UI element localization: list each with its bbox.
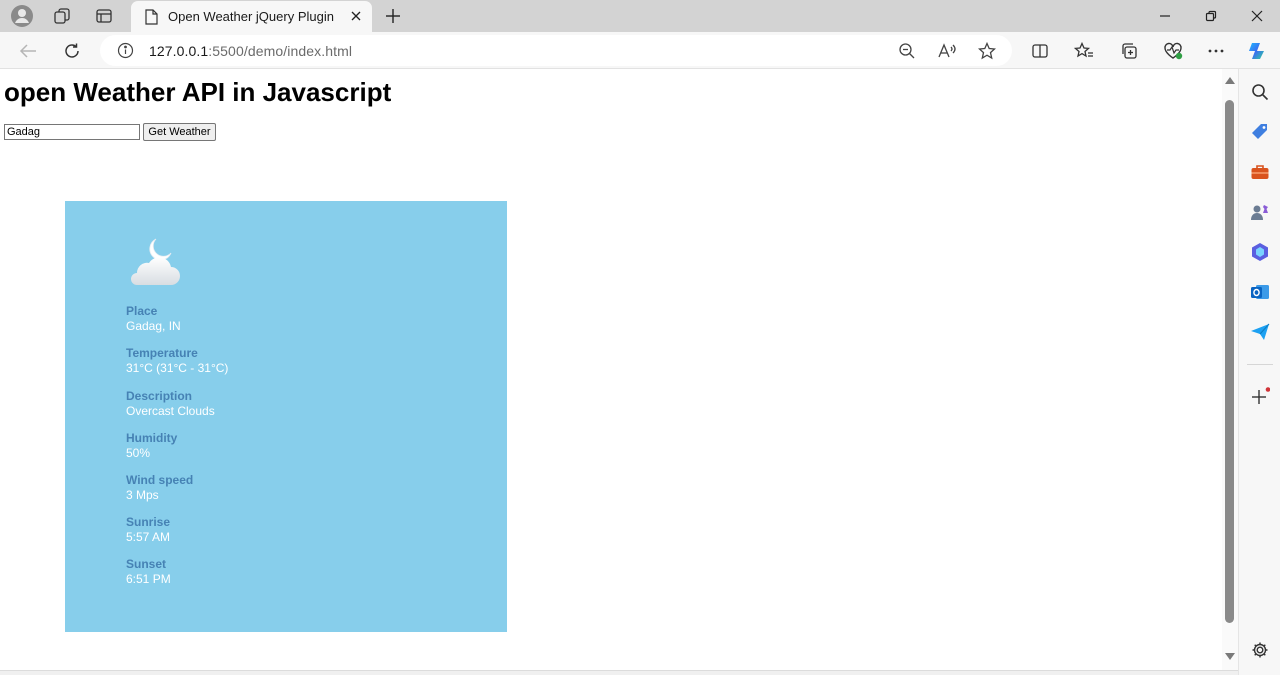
tab-title: Open Weather jQuery Plugin (168, 9, 334, 24)
settings-gear-icon[interactable] (1248, 638, 1272, 662)
field-value: 31°C (31°C - 31°C) (126, 361, 229, 375)
close-window-icon[interactable] (1234, 2, 1280, 30)
tools-briefcase-icon[interactable] (1248, 160, 1272, 184)
weather-card: Place Gadag, IN Temperature 31°C (31°C -… (65, 201, 507, 632)
page-scrollbar[interactable] (1222, 69, 1238, 670)
minimize-icon[interactable] (1142, 2, 1188, 30)
page-favicon-icon (144, 9, 158, 30)
read-aloud-icon[interactable] (936, 40, 958, 62)
field-value: 6:51 PM (126, 572, 171, 586)
close-tab-icon[interactable] (346, 6, 366, 26)
window-bottom-edge (0, 670, 1238, 675)
partly-cloudy-night-icon (125, 235, 183, 289)
site-info-icon[interactable] (117, 42, 134, 64)
browser-essentials-icon[interactable] (1159, 37, 1187, 65)
games-icon[interactable] (1248, 200, 1272, 224)
address-bar[interactable]: 127.0.0.1:5500/demo/index.html (100, 35, 1012, 66)
edge-sidebar (1238, 69, 1280, 675)
refresh-icon[interactable] (58, 37, 86, 65)
back-icon[interactable] (14, 37, 42, 65)
search-icon[interactable] (1248, 80, 1272, 104)
microsoft-365-icon[interactable] (1248, 240, 1272, 264)
url-host: 127.0.0.1 (149, 43, 209, 59)
vertical-tabs-icon[interactable] (90, 4, 118, 28)
city-input[interactable] (4, 124, 140, 140)
scroll-up-icon[interactable] (1225, 77, 1235, 84)
scroll-down-icon[interactable] (1225, 653, 1235, 660)
url-text[interactable]: 127.0.0.1:5500/demo/index.html (149, 43, 352, 59)
weather-field-sunset: Sunset 6:51 PM (126, 557, 171, 587)
tab-strip: Open Weather jQuery Plugin (0, 0, 1280, 32)
field-label: Sunset (126, 557, 167, 571)
more-menu-icon[interactable] (1202, 37, 1230, 65)
split-screen-icon[interactable] (1026, 37, 1054, 65)
field-label: Humidity (126, 431, 178, 445)
field-label: Description (126, 389, 193, 403)
field-label: Wind speed (126, 473, 194, 487)
field-value: Gadag, IN (126, 319, 181, 333)
field-value: 5:57 AM (126, 530, 171, 544)
browser-toolbar: 127.0.0.1:5500/demo/index.html (0, 32, 1280, 69)
weather-field-wind-speed: Wind speed 3 Mps (126, 473, 193, 503)
field-value: 3 Mps (126, 488, 159, 502)
field-label: Sunrise (126, 515, 171, 529)
add-sidebar-app-icon[interactable] (1248, 385, 1272, 409)
weather-field-description: Description Overcast Clouds (126, 389, 215, 419)
page-viewport: open Weather API in Javascript Get Weath… (0, 69, 1238, 670)
tab-active[interactable]: Open Weather jQuery Plugin (131, 1, 372, 32)
field-value: Overcast Clouds (126, 404, 215, 418)
new-tab-icon[interactable] (380, 3, 406, 29)
shopping-tag-icon[interactable] (1248, 120, 1272, 144)
weather-field-sunrise: Sunrise 5:57 AM (126, 515, 170, 545)
send-icon[interactable] (1248, 320, 1272, 344)
field-label: Temperature (126, 346, 198, 360)
weather-field-temperature: Temperature 31°C (31°C - 31°C) (126, 346, 228, 376)
url-path: :5500/demo/index.html (208, 43, 353, 59)
weather-field-humidity: Humidity 50% (126, 431, 177, 461)
weather-field-place: Place Gadag, IN (126, 304, 181, 334)
field-value: 50% (126, 446, 151, 460)
scrollbar-thumb[interactable] (1225, 100, 1234, 623)
page-title: open Weather API in Javascript (4, 77, 392, 107)
favorite-star-icon[interactable] (976, 40, 998, 62)
zoom-out-icon[interactable] (896, 40, 918, 62)
workspaces-icon[interactable] (48, 4, 76, 28)
favorites-icon[interactable] (1070, 37, 1098, 65)
copilot-icon[interactable] (1244, 37, 1272, 65)
profile-icon[interactable] (8, 4, 36, 28)
restore-icon[interactable] (1188, 2, 1234, 30)
collections-icon[interactable] (1115, 37, 1143, 65)
get-weather-button[interactable]: Get Weather (143, 123, 216, 141)
sidebar-divider (1247, 364, 1273, 365)
field-label: Place (126, 304, 158, 318)
outlook-icon[interactable] (1248, 280, 1272, 304)
